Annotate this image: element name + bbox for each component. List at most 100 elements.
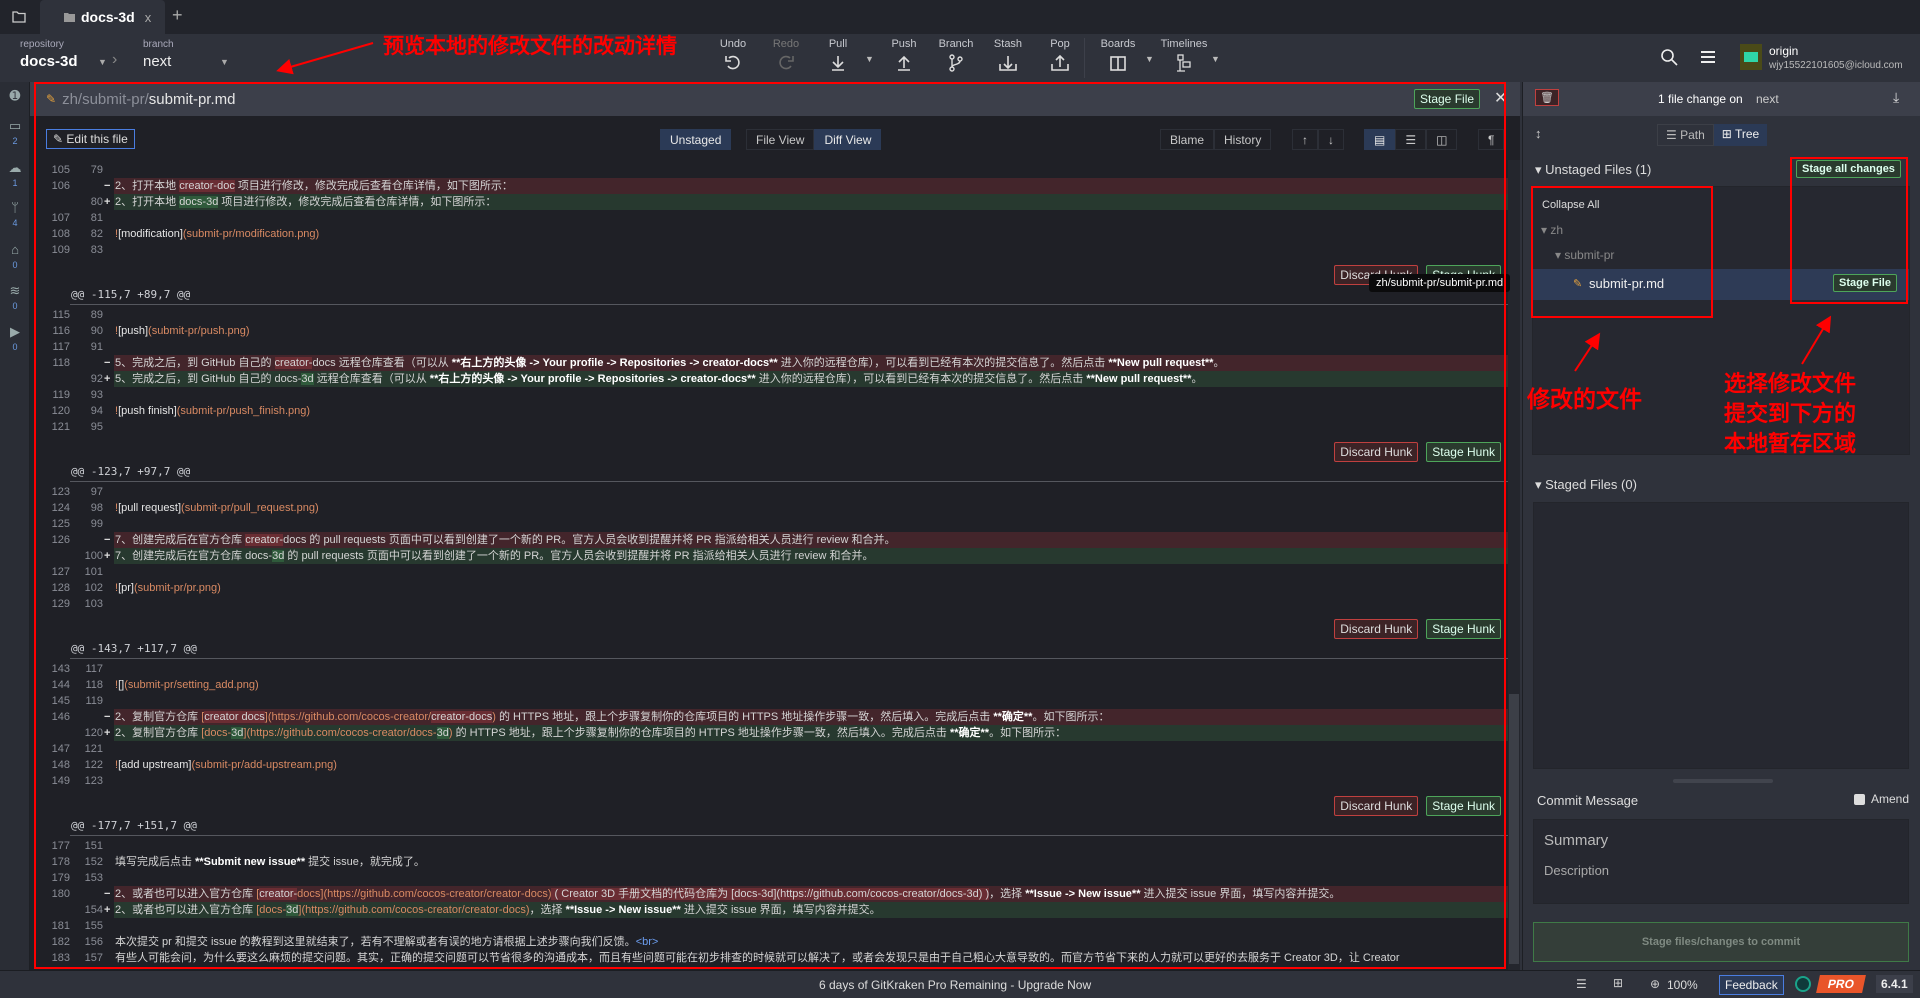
- undo-button[interactable]: Undo: [708, 38, 758, 77]
- old-line-number: 147: [51, 743, 70, 755]
- whitespace-toggle[interactable]: ¶: [1478, 129, 1505, 150]
- new-tab-button[interactable]: +: [172, 5, 183, 26]
- timelines-dropdown-icon[interactable]: ▼: [1211, 54, 1220, 64]
- new-line-number: 90: [90, 325, 103, 337]
- stage-file-row-button[interactable]: Stage File: [1833, 274, 1897, 292]
- hunk-actions: Discard Hunk Stage Hunk: [1334, 442, 1501, 462]
- inline-view-icon[interactable]: ☰: [1395, 129, 1427, 150]
- menu-icon[interactable]: [1700, 50, 1716, 64]
- stash-button[interactable]: Stash: [983, 38, 1033, 77]
- search-icon[interactable]: [1660, 48, 1678, 66]
- stage-file-button[interactable]: Stage File: [1414, 89, 1481, 109]
- hunk-header-block: @@ -177,7 +151,7 @@ Discard Hunk Stage Hun…: [30, 789, 1508, 838]
- old-line-number: 107: [51, 212, 70, 224]
- amend-checkbox[interactable]: [1854, 794, 1865, 805]
- folder-icon: [64, 13, 75, 22]
- path-view-button[interactable]: ☰ Path: [1657, 124, 1714, 146]
- tree-folder-zh[interactable]: ▾ zh: [1541, 223, 1563, 237]
- zoom-icon[interactable]: ⊕: [1650, 977, 1660, 991]
- discard-hunk-button[interactable]: Discard Hunk: [1334, 796, 1419, 816]
- toggle-panel-icon[interactable]: ➊: [0, 88, 30, 104]
- summary-input[interactable]: Summary: [1544, 832, 1608, 849]
- tag-icon[interactable]: ⌂: [0, 242, 30, 257]
- pro-badge[interactable]: PRO: [1816, 975, 1866, 993]
- line-text: 2、或者也可以进入官方仓库 [docs-3d](https://github.c…: [114, 902, 1508, 918]
- tree-view-button[interactable]: ⊞ Tree: [1713, 124, 1768, 146]
- gift-icon[interactable]: ⊞: [1613, 976, 1623, 990]
- file-view-tab[interactable]: File View: [746, 129, 815, 150]
- folder-icon[interactable]: [12, 10, 26, 23]
- undo-label: Undo: [719, 38, 747, 50]
- cloud-icon[interactable]: ☁: [0, 160, 30, 176]
- commit-button[interactable]: Stage files/changes to commit: [1533, 922, 1909, 962]
- diff-line-ctx: 182 156 本次提交 pr 和提交 issue 的教程到这里就结束了，若有不理解…: [30, 934, 1508, 950]
- text-segment: **确定**: [949, 727, 990, 739]
- repository-dropdown-icon[interactable]: ▼: [98, 57, 107, 67]
- stage-hunk-button[interactable]: Stage Hunk: [1426, 796, 1501, 816]
- branch-button[interactable]: Branch: [931, 38, 981, 77]
- diff-scrollbar-thumb[interactable]: [1509, 694, 1519, 964]
- unstaged-files-header[interactable]: ▾ Unstaged Files (1): [1535, 162, 1651, 178]
- pull-dropdown-icon[interactable]: ▼: [865, 54, 874, 64]
- diff-line-ctx: 177 151: [30, 838, 1508, 854]
- boards-dropdown-icon[interactable]: ▼: [1145, 54, 1154, 64]
- text-segment: **New pull request**: [1108, 357, 1214, 369]
- local-icon[interactable]: ▭: [0, 118, 30, 134]
- redo-button[interactable]: Redo: [761, 38, 811, 77]
- hunk-actions: Discard Hunk Stage Hunk: [1334, 619, 1501, 639]
- collapse-all-button[interactable]: Collapse All: [1542, 199, 1599, 211]
- diff-line-add: 120 +2、复制官方仓库 [docs-3d](https://github.co…: [30, 725, 1508, 741]
- diff-sign: −: [104, 888, 111, 900]
- new-line-number: 95: [90, 421, 103, 433]
- text-segment: 3d: [272, 550, 285, 562]
- timelines-button[interactable]: Timelines: [1159, 38, 1209, 77]
- close-tab-button[interactable]: x: [145, 10, 152, 25]
- unstaged-toggle[interactable]: Unstaged: [660, 129, 732, 150]
- stage-hunk-button[interactable]: Stage Hunk: [1426, 619, 1501, 639]
- blame-button[interactable]: Blame: [1160, 129, 1215, 150]
- stage-all-button[interactable]: Stage all changes: [1796, 160, 1901, 178]
- close-file-button[interactable]: ✕: [1494, 88, 1507, 108]
- boards-icon: [1110, 56, 1126, 71]
- text-segment: 。: [1213, 357, 1225, 369]
- hunk-view-icon[interactable]: ▤: [1364, 129, 1396, 150]
- pop-button[interactable]: Pop: [1035, 38, 1085, 77]
- submodule-play-icon[interactable]: ▶: [0, 324, 30, 340]
- pull-button[interactable]: Pull: [813, 38, 863, 77]
- feedback-button[interactable]: Feedback: [1719, 975, 1784, 995]
- avatar[interactable]: [1740, 44, 1762, 70]
- edit-file-button[interactable]: ✎ Edit this file: [46, 129, 135, 149]
- local-count: 2: [12, 136, 18, 146]
- diff-sign: −: [104, 534, 111, 546]
- stash-layers-icon[interactable]: ≋: [0, 283, 30, 299]
- staged-files-header[interactable]: ▾ Staged Files (0): [1535, 477, 1637, 493]
- list-icon[interactable]: ☰: [1576, 977, 1587, 991]
- branch-selector[interactable]: next: [143, 53, 171, 70]
- boards-button[interactable]: Boards: [1093, 38, 1143, 77]
- previous-change-button[interactable]: ↑: [1292, 129, 1318, 150]
- file-path-tooltip: zh/submit-pr/submit-pr.md: [1369, 274, 1511, 292]
- branch-dropdown-icon[interactable]: ▼: [220, 57, 229, 67]
- discard-hunk-button[interactable]: Discard Hunk: [1334, 619, 1419, 639]
- pull-request-icon[interactable]: ᛘ: [0, 200, 30, 215]
- submodule-count: 0: [12, 342, 18, 352]
- description-input[interactable]: Description: [1544, 863, 1609, 878]
- split-view-icon[interactable]: ◫: [1426, 129, 1458, 150]
- repository-selector[interactable]: docs-3d: [20, 53, 78, 70]
- diff-view-tab[interactable]: Diff View: [814, 129, 882, 150]
- trash-icon[interactable]: 🗑: [1535, 89, 1559, 106]
- discard-hunk-button[interactable]: Discard Hunk: [1334, 442, 1419, 462]
- tab-docs-3d[interactable]: docs-3d x: [40, 0, 165, 34]
- download-icon[interactable]: ⤓: [1893, 89, 1899, 106]
- text-segment: creator-: [245, 534, 284, 546]
- sort-icon[interactable]: ↕: [1535, 126, 1542, 141]
- history-button[interactable]: History: [1214, 129, 1272, 150]
- zoom-level[interactable]: 100%: [1667, 978, 1698, 992]
- resize-handle[interactable]: [1673, 779, 1773, 783]
- tree-file-row[interactable]: ✎ submit-pr.md Stage File: [1533, 269, 1909, 300]
- push-button[interactable]: Push: [879, 38, 929, 77]
- upgrade-link[interactable]: 6 days of GitKraken Pro Remaining - Upgr…: [819, 978, 1091, 992]
- tree-folder-submit-pr[interactable]: ▾ submit-pr: [1555, 248, 1614, 262]
- stage-hunk-button[interactable]: Stage Hunk: [1426, 442, 1501, 462]
- next-change-button[interactable]: ↓: [1318, 129, 1344, 150]
